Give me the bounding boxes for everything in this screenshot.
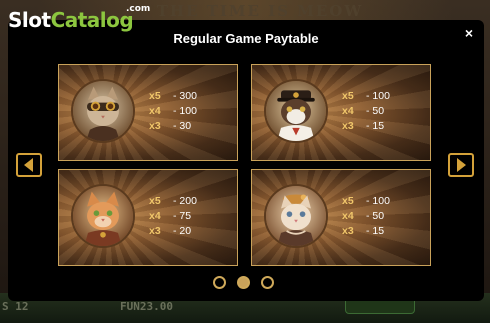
previous-page-button[interactable] xyxy=(16,153,42,177)
ginger-cat-icon xyxy=(71,184,135,248)
arrow-left-icon xyxy=(24,158,33,172)
pay-row: x3- 15 xyxy=(342,225,385,237)
paytable-card-2: x5- 100 x4- 50 x3- 15 xyxy=(251,64,431,161)
paytable-card-3: x5- 200 x4- 75 x3- 20 xyxy=(58,169,238,266)
pay-list: x5- 100 x4- 50 x3- 15 xyxy=(342,194,424,239)
paytable-title: Regular Game Paytable xyxy=(173,31,319,46)
pay-list: x5- 200 x4- 75 x3- 20 xyxy=(149,194,231,239)
page-dot-1[interactable] xyxy=(213,276,226,289)
paytable-modal: Regular Game Paytable × x5- 300 x4- 100 … xyxy=(8,20,484,301)
slotcatalog-logo: SlotCatalog .com xyxy=(8,4,151,32)
close-button[interactable]: × xyxy=(462,26,476,40)
pay-row: x4- 50 xyxy=(342,210,385,222)
pay-list: x5- 100 x4- 50 x3- 15 xyxy=(342,89,424,134)
pay-row: x5- 300 xyxy=(149,90,197,102)
game-title: The Time Is Meow xyxy=(156,2,364,20)
pay-row: x4- 50 xyxy=(342,105,385,117)
goggles-cat-icon xyxy=(71,79,135,143)
pagination-dots xyxy=(213,276,274,289)
pay-row: x3- 30 xyxy=(149,120,192,132)
pay-row: x5- 100 xyxy=(342,90,390,102)
bet-readout: FUN23.00 xyxy=(120,300,173,313)
captain-cat-icon xyxy=(264,79,328,143)
pay-row: x3- 20 xyxy=(149,225,192,237)
pay-row: x5- 200 xyxy=(149,195,197,207)
paytable-card-4: x5- 100 x4- 50 x3- 15 xyxy=(251,169,431,266)
pay-row: x5- 100 xyxy=(342,195,390,207)
pay-row: x3- 15 xyxy=(342,120,385,132)
next-page-button[interactable] xyxy=(448,153,474,177)
pay-row: x4- 75 xyxy=(149,210,192,222)
pay-row: x4- 100 xyxy=(149,105,197,117)
pay-list: x5- 300 x4- 100 x3- 30 xyxy=(149,89,231,134)
arrow-right-icon xyxy=(457,158,466,172)
balance-readout: S 12 xyxy=(2,300,29,313)
lady-cat-icon xyxy=(264,184,328,248)
page-dot-3[interactable] xyxy=(261,276,274,289)
paytable-card-1: x5- 300 x4- 100 x3- 30 xyxy=(58,64,238,161)
page-dot-2[interactable] xyxy=(237,276,250,289)
